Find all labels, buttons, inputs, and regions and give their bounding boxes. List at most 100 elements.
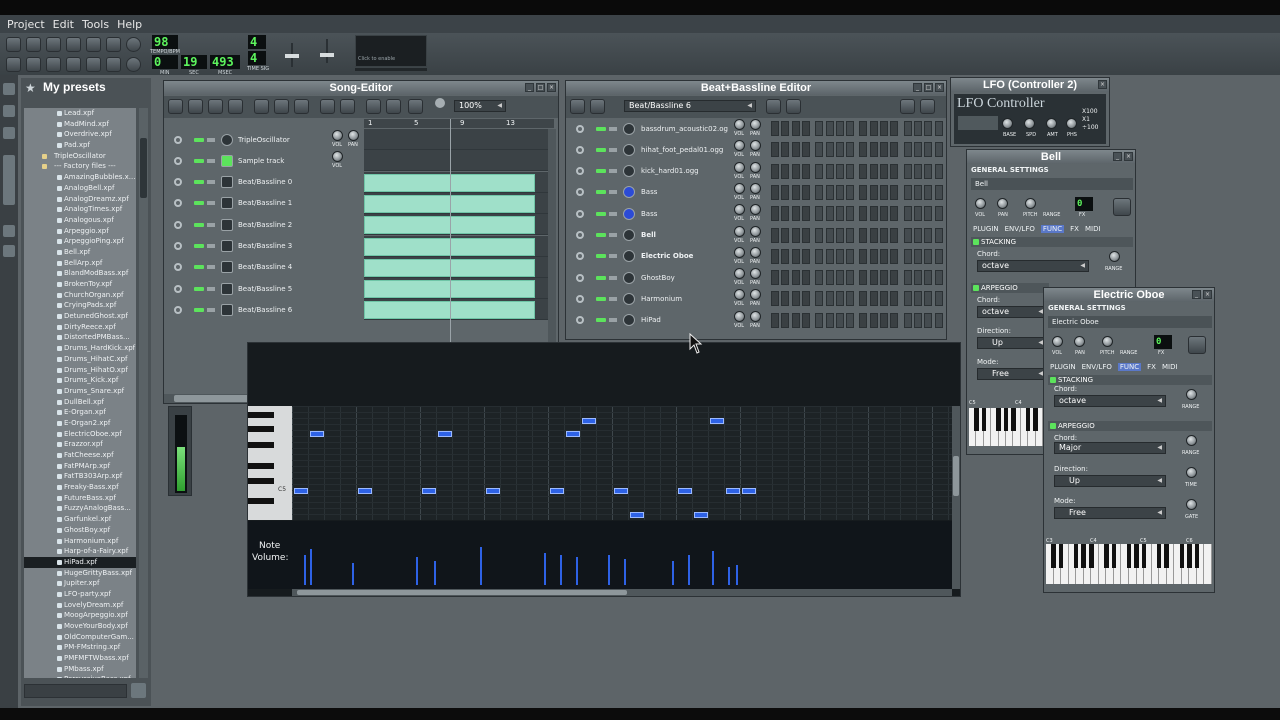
arpeggio-section[interactable]: ARPEGGIO <box>971 283 1049 293</box>
pan-knob[interactable] <box>750 289 761 301</box>
pan-knob[interactable] <box>750 225 761 237</box>
song-track-row[interactable]: Sample track VOL <box>164 150 548 172</box>
bell-piano-keys[interactable] <box>969 408 1043 446</box>
preset-item[interactable]: MoveYourBody.xpf <box>24 621 136 632</box>
preset-item[interactable]: E-Organ.xpf <box>24 407 136 418</box>
refresh-icon[interactable] <box>131 683 146 698</box>
oboe-chord-select[interactable]: octave <box>1054 395 1166 407</box>
step-button[interactable] <box>924 291 933 307</box>
bell-vol-knob[interactable] <box>975 198 986 209</box>
black-key[interactable] <box>248 442 274 448</box>
step-button[interactable] <box>934 270 943 286</box>
song-track-row[interactable]: TripleOscillator VOL PAN <box>164 129 548 150</box>
stacking-section[interactable]: STACKING <box>971 237 1133 247</box>
step-button[interactable] <box>924 206 933 222</box>
gear-icon[interactable] <box>174 156 182 165</box>
piano-black-key[interactable] <box>974 408 979 431</box>
step-button[interactable] <box>913 163 922 179</box>
preset-item[interactable]: Jupiter.xpf <box>24 578 136 589</box>
piano-black-key[interactable] <box>1134 544 1139 568</box>
step-button[interactable] <box>825 121 834 136</box>
step-button[interactable] <box>913 270 922 286</box>
preset-item[interactable]: Arpeggio.xpf <box>24 226 136 237</box>
step-button[interactable] <box>825 291 834 307</box>
mute-toggle[interactable] <box>596 190 606 195</box>
solo-toggle[interactable] <box>207 201 215 206</box>
step-button[interactable] <box>801 248 810 264</box>
piano-roll-note[interactable] <box>694 512 708 518</box>
stop-icon[interactable] <box>228 99 243 114</box>
track-name[interactable]: Beat/Bassline 1 <box>238 199 328 207</box>
preset-folder[interactable]: TripleOscillator <box>24 151 136 162</box>
step-button[interactable] <box>771 142 779 158</box>
bb-track-name[interactable]: Harmonium <box>641 295 736 303</box>
bb-track-name[interactable]: Electric Oboe <box>641 252 736 260</box>
step-button[interactable] <box>781 291 790 307</box>
black-key[interactable] <box>248 498 274 504</box>
fx-channel-lcd[interactable]: 0 <box>1075 197 1093 211</box>
step-button[interactable] <box>791 291 800 307</box>
oboe-direction-select[interactable]: Up <box>1054 475 1166 487</box>
minimize-icon[interactable]: _ <box>1113 152 1122 161</box>
oboe-arp-range-knob[interactable] <box>1186 435 1197 446</box>
piano-roll-note[interactable] <box>742 488 756 494</box>
step-button[interactable] <box>771 163 779 179</box>
piano-black-key[interactable] <box>1126 544 1132 568</box>
preset-item[interactable]: MoogArpeggio.xpf <box>24 610 136 621</box>
piano-roll-note[interactable] <box>630 512 644 518</box>
step-button[interactable] <box>869 248 878 264</box>
step-button[interactable] <box>869 142 878 158</box>
bb-track-row[interactable]: hihat_foot_pedal01.ogg VOL PAN <box>566 139 943 160</box>
bell-range-knob[interactable] <box>1109 251 1120 262</box>
step-button[interactable] <box>835 184 844 200</box>
step-button[interactable] <box>869 121 878 136</box>
step-button[interactable] <box>859 142 868 158</box>
pan-knob[interactable] <box>750 310 761 322</box>
step-button[interactable] <box>880 206 888 222</box>
step-button[interactable] <box>781 142 790 158</box>
step-button[interactable] <box>880 270 888 286</box>
gear-icon[interactable] <box>174 284 182 293</box>
song-editor-toggle-icon[interactable] <box>6 57 21 72</box>
gear-icon[interactable] <box>576 316 584 325</box>
mute-toggle[interactable] <box>596 169 606 174</box>
song-track-row[interactable]: Beat/Bassline 6 <box>164 299 548 321</box>
note-volume-bar[interactable] <box>736 565 738 585</box>
step-button[interactable] <box>846 142 855 158</box>
gear-icon[interactable] <box>174 199 182 208</box>
save-preset-icon[interactable] <box>1113 198 1131 216</box>
gear-icon[interactable] <box>174 263 182 272</box>
preset-item[interactable]: Pad.xpf <box>24 140 136 151</box>
pan-knob[interactable] <box>750 140 761 152</box>
piano-black-key[interactable] <box>1073 544 1079 568</box>
track-pan-knob[interactable] <box>348 130 359 141</box>
song-track-row[interactable]: Beat/Bassline 5 <box>164 278 548 300</box>
gear-icon[interactable] <box>576 252 584 261</box>
step-button[interactable] <box>846 206 855 222</box>
timeline-ruler[interactable]: 1 5 9 13 <box>364 119 554 128</box>
bb-track-name[interactable]: Bass <box>641 210 736 218</box>
preset-item[interactable]: BellArp.xpf <box>24 258 136 269</box>
volume-knob[interactable] <box>734 289 745 301</box>
bb-track-row[interactable]: Electric Oboe VOL PAN <box>566 246 943 267</box>
piano-roll-note[interactable] <box>710 418 724 424</box>
automation-editor-toggle-icon[interactable] <box>66 57 81 72</box>
controller-rack-toggle-icon[interactable] <box>126 57 141 72</box>
step-button[interactable] <box>815 312 824 328</box>
save-preset-icon[interactable] <box>1188 336 1206 354</box>
close-icon[interactable]: × <box>1203 290 1212 299</box>
oboe-mode-select[interactable]: Free <box>1054 507 1166 519</box>
piano-roll-note[interactable] <box>550 488 564 494</box>
step-button[interactable] <box>846 248 855 264</box>
piano-keyboard[interactable]: C5 <box>248 406 292 520</box>
track-name[interactable]: Sample track <box>238 157 328 165</box>
step-button[interactable] <box>903 163 912 179</box>
step-button[interactable] <box>791 227 800 243</box>
step-button[interactable] <box>880 163 888 179</box>
step-button[interactable] <box>934 248 943 264</box>
piano-roll-vscroll[interactable] <box>952 406 960 589</box>
step-button[interactable] <box>890 248 899 264</box>
minimize-icon[interactable]: _ <box>913 83 922 92</box>
step-button[interactable] <box>934 142 943 158</box>
step-button[interactable] <box>859 248 868 264</box>
